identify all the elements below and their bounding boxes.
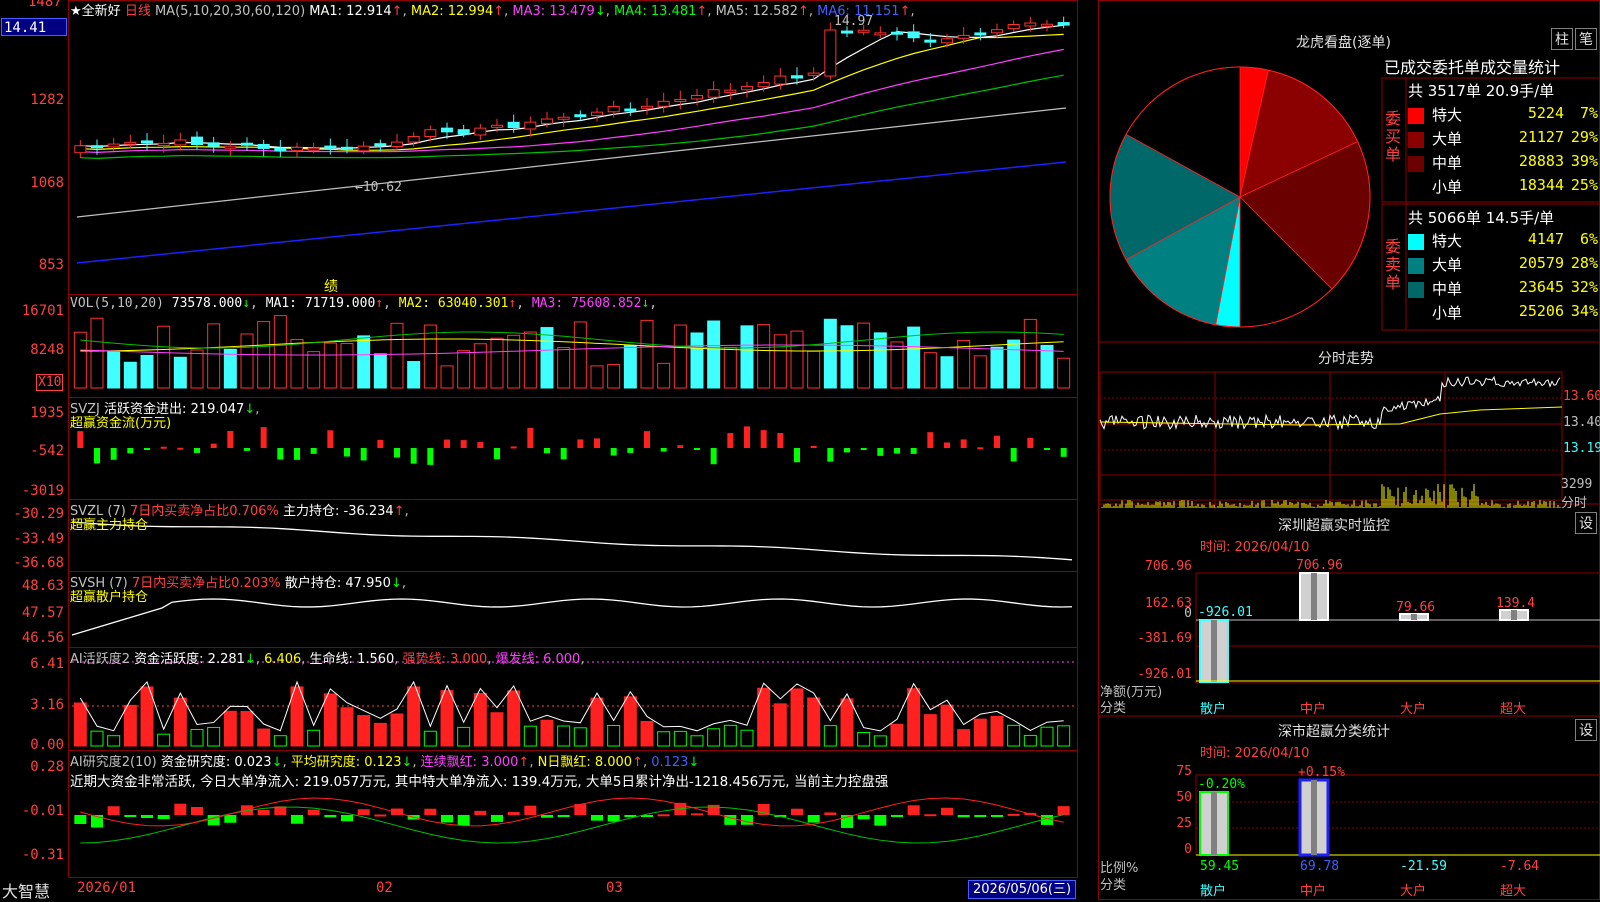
- stat-pct: 29%: [1570, 128, 1598, 146]
- classify-category: 超大: [1500, 884, 1527, 899]
- stat-value: 20579: [1518, 254, 1564, 272]
- monitor-bar-value: 79.66: [1396, 600, 1436, 615]
- monitor-frame: [1195, 572, 1600, 684]
- dragon-title: 龙虎看盘(逐单): [1296, 35, 1391, 51]
- stat-label: 大单: [1432, 130, 1463, 148]
- right-sidebar-graphics: [1098, 66, 1600, 857]
- classify-category: 散户: [1200, 884, 1227, 899]
- monitor-bar-value: 139.4: [1496, 596, 1536, 611]
- stat-value: 4147: [1527, 230, 1564, 248]
- classify-axis-label: 50: [1176, 790, 1192, 805]
- stat-label: 特大: [1432, 106, 1463, 124]
- monitor-bar-shade: [1211, 620, 1217, 682]
- classify-category: 大户: [1400, 884, 1427, 899]
- buy-summary: 共 3517单 20.9手/单: [1408, 82, 1555, 100]
- stat-row: 特大 4147 6%: [1408, 230, 1598, 252]
- legend-swatch: [1408, 258, 1424, 274]
- legend-swatch: [1408, 306, 1424, 322]
- classify-x-title: 分类: [1100, 878, 1127, 893]
- classify-value: 69.78: [1300, 859, 1340, 874]
- bar-mode-button[interactable]: 柱: [1551, 28, 1573, 50]
- stat-value: 23645: [1518, 278, 1564, 296]
- stat-pct: 7%: [1579, 104, 1598, 122]
- intraday-vol-label: 分时: [1561, 496, 1588, 511]
- classify-axis-label: 75: [1176, 764, 1192, 779]
- stat-row: 小单 18344 25%: [1408, 176, 1598, 198]
- classify-category: 中户: [1300, 884, 1327, 899]
- classify-time: 时间: 2026/04/10: [1200, 746, 1310, 761]
- monitor-axis-label: 0: [1184, 606, 1192, 621]
- pen-mode-button[interactable]: 笔: [1575, 28, 1597, 50]
- stat-label: 中单: [1432, 154, 1463, 172]
- stat-row: 大单 21127 29%: [1408, 128, 1598, 150]
- stat-title: 已成交委托单成交量统计: [1384, 58, 1561, 77]
- classify-value: 59.45: [1200, 859, 1240, 874]
- intraday-axis-1: 13.60: [1563, 389, 1600, 404]
- legend-swatch: [1408, 234, 1424, 250]
- legend-swatch: [1408, 108, 1424, 124]
- classify-value: -21.59: [1400, 859, 1447, 874]
- monitor-bar-shade: [1511, 610, 1517, 620]
- stat-value: 25206: [1518, 302, 1564, 320]
- stat-row: 中单 28883 39%: [1408, 152, 1598, 174]
- intraday-title: 分时走势: [1318, 351, 1374, 367]
- intraday-avg-line: [1099, 406, 1563, 426]
- legend-swatch: [1408, 282, 1424, 298]
- monitor-time: 时间: 2026/04/10: [1200, 540, 1310, 555]
- classify-bar-shade: [1211, 792, 1217, 855]
- buy-side-label: 委买单: [1385, 109, 1402, 164]
- stat-pct: 25%: [1570, 176, 1598, 194]
- monitor-x-title: 分类: [1100, 701, 1127, 716]
- stat-value: 5224: [1527, 104, 1564, 122]
- stat-label: 中单: [1432, 280, 1463, 298]
- stat-value: 28883: [1518, 152, 1564, 170]
- stat-value: 21127: [1518, 128, 1564, 146]
- stat-pct: 6%: [1579, 230, 1598, 248]
- monitor-bar-value: -926.01: [1198, 605, 1253, 620]
- stat-pct: 28%: [1570, 254, 1598, 272]
- sell-summary: 共 5066单 14.5手/单: [1408, 209, 1555, 227]
- monitor-axis-label: -926.01: [1137, 667, 1192, 682]
- classify-axis-label: 0: [1184, 842, 1192, 857]
- classify-bar-top-label: -0.20%: [1198, 777, 1245, 792]
- monitor-title: 深圳超赢实时监控: [1278, 518, 1390, 534]
- monitor-category: 中户: [1300, 702, 1327, 717]
- stat-pct: 39%: [1570, 152, 1598, 170]
- classify-bar-shade: [1311, 780, 1317, 855]
- intraday-axis-2: 13.40: [1563, 415, 1600, 430]
- legend-swatch: [1408, 180, 1424, 196]
- monitor-settings-button[interactable]: 设: [1575, 512, 1597, 534]
- intraday-frame: [1099, 371, 1563, 501]
- intraday-vol-axis: 3299: [1561, 477, 1593, 492]
- monitor-axis-label: -381.69: [1137, 631, 1192, 646]
- stat-row: 大单 20579 28%: [1408, 254, 1598, 276]
- legend-swatch: [1408, 156, 1424, 172]
- stat-value: 18344: [1518, 176, 1564, 194]
- stat-label: 特大: [1432, 232, 1463, 250]
- classify-value: -7.64: [1500, 859, 1540, 874]
- stat-label: 大单: [1432, 256, 1463, 274]
- monitor-axis-label: 706.96: [1145, 559, 1192, 574]
- classify-settings-button[interactable]: 设: [1575, 719, 1597, 741]
- stat-row: 特大 5224 7%: [1408, 104, 1598, 126]
- sell-side-label: 委卖单: [1385, 237, 1402, 292]
- legend-swatch: [1408, 132, 1424, 148]
- classify-title: 深市超赢分类统计: [1278, 724, 1390, 740]
- classify-axis-label: 25: [1176, 816, 1192, 831]
- intraday-axis-3: 13.19: [1563, 441, 1600, 456]
- stat-row: 小单 25206 34%: [1408, 302, 1598, 324]
- monitor-category: 散户: [1200, 702, 1227, 717]
- monitor-category: 大户: [1400, 702, 1427, 717]
- stat-label: 小单: [1432, 304, 1463, 322]
- monitor-category: 超大: [1500, 702, 1527, 717]
- monitor-bar-shade: [1311, 573, 1317, 620]
- monitor-bar-value: 706.96: [1296, 558, 1343, 573]
- stat-pct: 32%: [1570, 278, 1598, 296]
- classify-bar-top-label: +0.15%: [1298, 765, 1345, 780]
- stat-row: 中单 23645 32%: [1408, 278, 1598, 300]
- stat-pct: 34%: [1570, 302, 1598, 320]
- stat-label: 小单: [1432, 178, 1463, 196]
